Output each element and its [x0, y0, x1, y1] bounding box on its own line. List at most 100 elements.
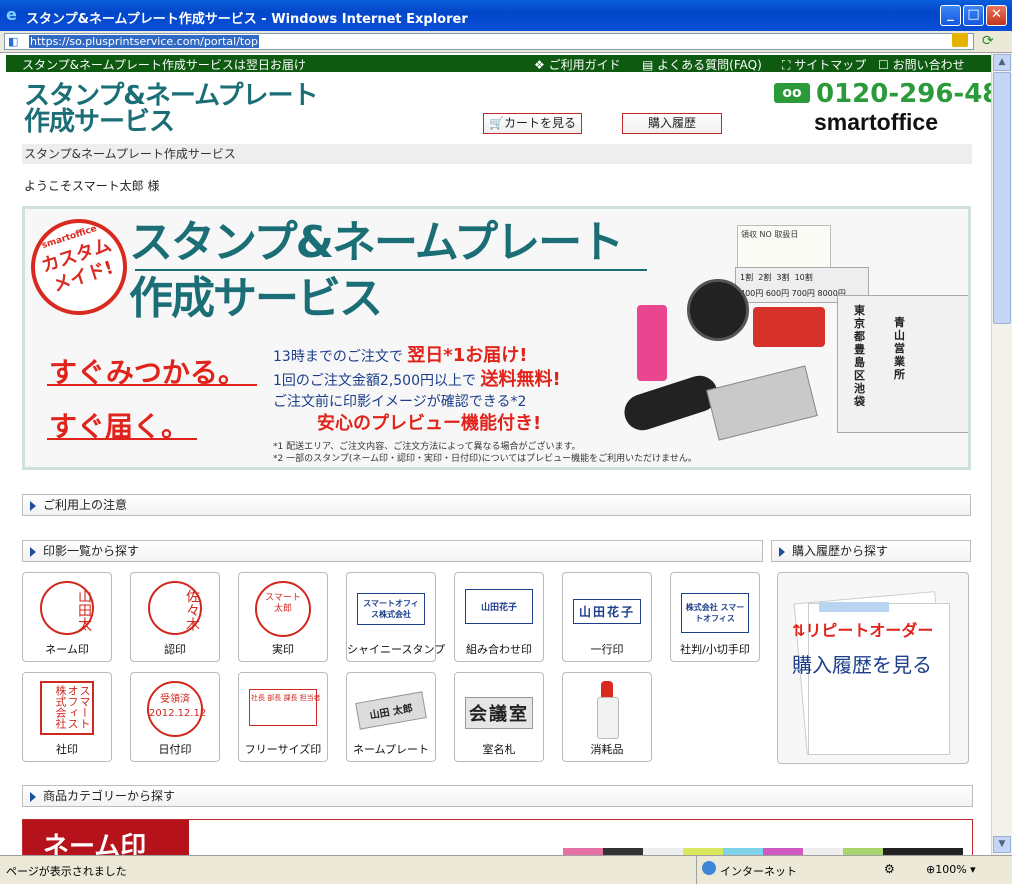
guide-link[interactable]: ❖ ご利用ガイド	[534, 56, 621, 73]
banner-title-line1: スタンプ&ネームプレート	[129, 217, 624, 268]
tile-art: 佐々木	[141, 579, 209, 639]
slogan-underline-1	[47, 384, 257, 386]
security-zone: インターネット	[720, 865, 797, 878]
tile-company-seal[interactable]: スマートオフィス株式会社 社印	[22, 672, 112, 762]
product-strip-illustration	[563, 848, 963, 855]
tile-art: 山田花子	[465, 579, 533, 639]
close-button[interactable]: ✕	[986, 5, 1007, 26]
tile-jitsuin[interactable]: スマート太郎 実印	[238, 572, 328, 662]
ink-bottle-icon	[573, 679, 641, 739]
top-strip: スタンプ&ネームプレート作成サービスは翌日お届け ❖ ご利用ガイド ▤ よくある…	[6, 55, 991, 72]
vertical-scrollbar[interactable]: ▲ ▼	[991, 53, 1012, 855]
welcome-text: ようこそスマート太郎 様	[24, 179, 160, 193]
tile-art: スマートオフィス株式会社	[33, 679, 101, 739]
scroll-up-button[interactable]: ▲	[993, 54, 1011, 71]
site-logo-line2[interactable]: 作成サービス	[24, 109, 175, 135]
slogan-underline-2	[47, 438, 197, 440]
protected-mode-icon[interactable]: ⚙	[884, 862, 895, 876]
footnote-2: *2 一部のスタンプ(ネーム印・認印・実印・日付印)についてはプレビュー機能をご…	[273, 454, 697, 464]
dater-stamp-illustration	[706, 365, 818, 441]
impression-section-head: 印影一覧から探す	[22, 540, 763, 562]
round-stamp-illustration	[687, 279, 749, 341]
red-stamp-illustration	[753, 307, 825, 347]
freedial-icon: oo	[774, 83, 810, 103]
phone-number: 0120-296-485	[816, 79, 991, 109]
category-section-head: 商品カテゴリーから探す	[22, 785, 973, 807]
history-section-head: 購入履歴から探す	[771, 540, 971, 562]
purchase-history-panel[interactable]: ⇅リピートオーダー 購入履歴を見る	[777, 572, 969, 764]
url-field[interactable]: ◧ https://so.plusprintservice.com/portal…	[4, 33, 974, 50]
minimize-button[interactable]: _	[940, 5, 961, 26]
purchase-history-button[interactable]: 購入履歴	[622, 113, 722, 134]
tagline: スタンプ&ネームプレート作成サービスは翌日お届け	[22, 58, 306, 72]
url-text[interactable]: https://so.plusprintservice.com/portal/t…	[29, 35, 259, 48]
faq-link[interactable]: ▤ よくある質問(FAQ)	[642, 56, 762, 73]
refresh-icon[interactable]: ⟳	[982, 33, 998, 50]
tile-art: 受領済 2012.12.12	[141, 679, 209, 739]
bullet-icon	[30, 792, 36, 802]
ie-logo-icon: e	[6, 5, 17, 24]
cart-icon: 🛒	[489, 116, 504, 130]
point-preview: ご注文前に印影イメージが確認できる*2	[273, 394, 527, 410]
tile-free-size-stamp[interactable]: 社長 部長 課長 担当者 フリーサイズ印	[238, 672, 328, 762]
point-preview-highlight: 安心のプレビュー機能付き!	[317, 413, 542, 434]
receipt-stamp-illustration: 領収 NO 取扱日	[737, 225, 831, 273]
repeat-arrow-icon: ⇅	[792, 621, 806, 640]
status-bar: ページが表示されました インターネット ⚙ ⊕100% ▾	[0, 855, 1012, 884]
status-message: ページが表示されました	[6, 865, 127, 878]
point-next-day: 13時までのご注文で 翌日*1お届け!	[273, 345, 528, 366]
contact-link[interactable]: ☐ お問い合わせ	[878, 56, 965, 73]
pink-stamp-illustration	[637, 305, 667, 381]
tile-company-check-stamp[interactable]: 株式会社 スマートオフィス 社判/小切手印	[670, 572, 760, 662]
notice-section[interactable]: ご利用上の注意	[22, 494, 971, 516]
hero-banner[interactable]: smartoffice カスタム メイド! スタンプ&ネームプレート 作成サービ…	[22, 206, 971, 470]
tile-art: 株式会社 スマートオフィス	[681, 579, 749, 639]
custom-made-badge: smartoffice カスタム メイド!	[25, 209, 140, 328]
tile-name-stamp[interactable]: 山田太 ネーム印	[22, 572, 112, 662]
tile-art: 会議室	[465, 679, 533, 739]
lock-icon[interactable]	[952, 33, 968, 47]
breadcrumb: スタンプ&ネームプレート作成サービス	[22, 144, 972, 164]
tile-shiny-stamp[interactable]: スマートオフィス株式会社 シャイニースタンプ	[346, 572, 445, 662]
cart-button[interactable]: 🛒カートを見る	[483, 113, 582, 134]
black-stamp-illustration	[619, 371, 723, 435]
brand-logo[interactable]: smartoffice	[814, 109, 938, 136]
address-bar: ◧ https://so.plusprintservice.com/portal…	[0, 31, 1012, 53]
tile-room-sign[interactable]: 会議室 室名札	[454, 672, 544, 762]
category-name-stamp[interactable]: ネーム印	[23, 820, 189, 855]
category-banner[interactable]: ネーム印	[22, 819, 973, 855]
tile-art: 山田花子	[573, 579, 641, 639]
zoom-control[interactable]: ⊕100% ▾	[926, 863, 976, 876]
globe-icon	[702, 861, 716, 875]
tile-art: 山田 太郎	[355, 679, 427, 739]
tile-one-line-stamp[interactable]: 山田花子 一行印	[562, 572, 652, 662]
banner-title-line2: 作成サービス	[129, 273, 383, 324]
bullet-icon	[779, 547, 785, 557]
scroll-down-button[interactable]: ▼	[993, 836, 1011, 853]
window-title: スタンプ&ネームプレート作成サービス - Windows Internet Ex…	[26, 12, 468, 27]
repeat-order-label: ⇅リピートオーダー	[792, 621, 934, 640]
tile-combination-stamp[interactable]: 山田花子 組み合わせ印	[454, 572, 544, 662]
tile-nameplate[interactable]: 山田 太郎 ネームプレート	[346, 672, 436, 762]
banner-underline	[135, 269, 647, 271]
scroll-thumb[interactable]	[993, 72, 1011, 324]
tile-art: スマート太郎	[249, 579, 317, 639]
tile-supplies[interactable]: 消耗品	[562, 672, 652, 762]
bullet-icon	[30, 501, 36, 511]
tile-date-stamp[interactable]: 受領済 2012.12.12 日付印	[130, 672, 220, 762]
bullet-icon	[30, 547, 36, 557]
site-logo-line1[interactable]: スタンプ&ネームプレート	[24, 83, 319, 109]
tile-art: 社長 部長 課長 担当者	[249, 679, 321, 739]
tile-art: 山田太	[33, 579, 101, 639]
zoom-icon: ⊕	[926, 863, 936, 876]
window-titlebar: e スタンプ&ネームプレート作成サービス - Windows Internet …	[0, 0, 1012, 31]
page-icon: ◧	[8, 35, 19, 48]
page-content: スタンプ&ネームプレート作成サービスは翌日お届け ❖ ご利用ガイド ▤ よくある…	[0, 53, 991, 855]
sitemap-link[interactable]: ⛶ サイトマップ	[782, 56, 866, 73]
view-history-label: 購入履歴を見る	[792, 653, 932, 677]
tile-mitome[interactable]: 佐々木 認印	[130, 572, 220, 662]
point-free-shipping: 1回のご注文金額2,500円以上で 送料無料!	[273, 369, 561, 390]
nameplate-set-illustration: 東京都豊島区池袋 青山営業所	[837, 295, 968, 433]
status-divider	[696, 856, 697, 884]
maximize-button[interactable]: □	[963, 5, 984, 26]
